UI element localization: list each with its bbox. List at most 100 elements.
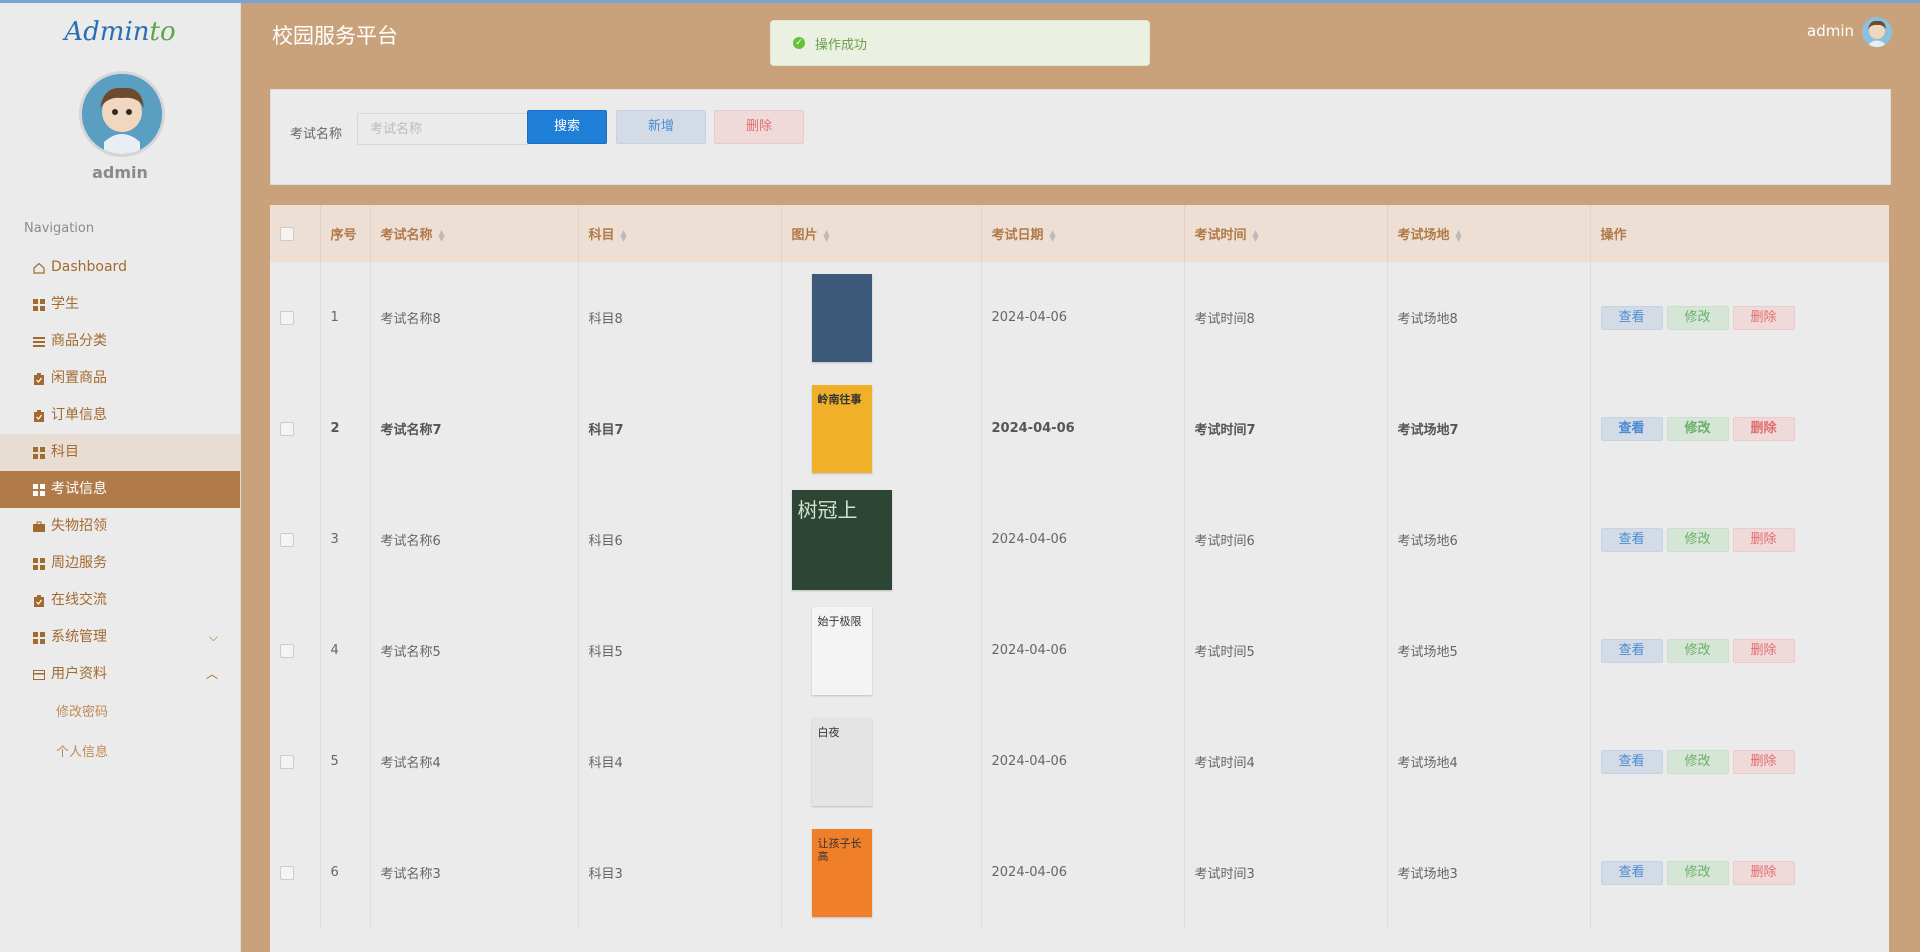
exam-place-cell: 考试场地6 bbox=[1386, 484, 1590, 595]
row-checkbox[interactable] bbox=[280, 310, 294, 325]
home-icon bbox=[33, 262, 45, 274]
chevron-up-icon: ︿ bbox=[205, 667, 218, 681]
search-button[interactable]: 搜索 bbox=[527, 110, 607, 144]
sidebar-item-product-category[interactable]: 商品分类 bbox=[0, 323, 240, 360]
column-header-exam-time[interactable]: 考试时间 ▲ ▼ bbox=[1183, 205, 1387, 262]
grid-icon bbox=[33, 483, 45, 496]
sidebar-item-system-management[interactable]: 系统管理 ⌵ bbox=[0, 619, 240, 656]
sidebar-item-label: 用户资料 bbox=[51, 666, 107, 682]
exam-name-search-input[interactable] bbox=[357, 113, 529, 145]
table-row: 5 考试名称4 科目4 白夜 2024-04-06 考试时间4 考试场地4 查看 修改 删除 bbox=[270, 706, 1889, 817]
grid-icon bbox=[33, 631, 45, 644]
exam-place-cell: 考试场地5 bbox=[1386, 595, 1590, 706]
book-cover-title: 岭南往事 bbox=[817, 392, 862, 406]
exam-date-cell: 2024-04-06 bbox=[980, 373, 1184, 484]
exam-name-cell: 考试名称7 bbox=[369, 373, 578, 484]
row-checkbox[interactable] bbox=[280, 421, 294, 436]
sort-icon[interactable]: ▲ ▼ bbox=[1456, 228, 1462, 242]
sort-icon[interactable]: ▲ ▼ bbox=[824, 228, 830, 242]
sort-icon[interactable]: ▲ ▼ bbox=[439, 228, 445, 242]
column-header-exam-name[interactable]: 考试名称 ▲ ▼ bbox=[369, 205, 578, 262]
sidebar-item-subjects[interactable]: 科目 bbox=[0, 434, 240, 471]
sidebar-item-label: 学生 bbox=[51, 296, 79, 312]
delete-button[interactable]: 删除 bbox=[1732, 860, 1795, 885]
sidebar-item-orders[interactable]: 订单信息 bbox=[0, 397, 240, 434]
delete-button[interactable]: 删除 bbox=[1732, 749, 1795, 774]
sort-icon[interactable]: ▲ ▼ bbox=[1050, 228, 1056, 242]
edit-button[interactable]: 修改 bbox=[1666, 638, 1729, 663]
edit-button[interactable]: 修改 bbox=[1666, 305, 1729, 330]
row-checkbox[interactable] bbox=[280, 532, 294, 547]
view-button[interactable]: 查看 bbox=[1600, 305, 1663, 330]
sidebar-item-idle-goods[interactable]: 闲置商品 bbox=[0, 360, 240, 397]
book-cover-image[interactable]: 让孩子长高 bbox=[811, 828, 872, 917]
column-header-exam-place[interactable]: 考试场地 ▲ ▼ bbox=[1386, 205, 1590, 262]
view-button[interactable]: 查看 bbox=[1600, 638, 1663, 663]
sort-icon[interactable]: ▲ ▼ bbox=[1253, 228, 1259, 242]
sidebar-item-lost-found[interactable]: 失物招领 bbox=[0, 508, 240, 545]
view-button[interactable]: 查看 bbox=[1600, 527, 1663, 552]
clipboard-icon bbox=[33, 409, 45, 422]
row-checkbox[interactable] bbox=[280, 643, 294, 658]
image-cell: 白夜 bbox=[780, 706, 981, 817]
exam-place-cell: 考试场地8 bbox=[1386, 262, 1590, 373]
sidebar-item-label: 在线交流 bbox=[51, 592, 107, 608]
select-all-checkbox[interactable] bbox=[280, 226, 294, 241]
edit-button[interactable]: 修改 bbox=[1666, 527, 1729, 552]
column-header-image[interactable]: 图片 ▲ ▼ bbox=[780, 205, 981, 262]
delete-button[interactable]: 删除 bbox=[1732, 638, 1795, 663]
table-row: 4 考试名称5 科目5 始于极限 2024-04-06 考试时间5 考试场地5 查看 修改 删除 bbox=[270, 595, 1889, 706]
view-button[interactable]: 查看 bbox=[1600, 749, 1663, 774]
image-cell: 树冠上 bbox=[780, 484, 981, 595]
book-cover-image[interactable]: 岭南往事 bbox=[811, 384, 872, 473]
row-select-cell bbox=[270, 595, 320, 706]
row-checkbox[interactable] bbox=[280, 865, 294, 880]
sidebar-item-nearby-services[interactable]: 周边服务 bbox=[0, 545, 240, 582]
user-avatar[interactable] bbox=[79, 71, 165, 157]
search-panel: 考试名称 搜索 新增 删除 bbox=[270, 89, 1891, 185]
sidebar-subitem-change-password[interactable]: 修改密码 bbox=[0, 693, 240, 733]
book-cover-image[interactable] bbox=[811, 273, 872, 362]
app-logo[interactable]: Adminto bbox=[0, 17, 240, 47]
sidebar-item-online-chat[interactable]: 在线交流 bbox=[0, 582, 240, 619]
row-no-cell: 4 bbox=[319, 595, 370, 706]
view-button[interactable]: 查看 bbox=[1600, 416, 1663, 441]
delete-button[interactable]: 删除 bbox=[1732, 305, 1795, 330]
subject-cell: 科目3 bbox=[577, 817, 781, 928]
sidebar-item-dashboard[interactable]: Dashboard bbox=[0, 249, 240, 286]
column-header-subject[interactable]: 科目 ▲ ▼ bbox=[577, 205, 781, 262]
view-button[interactable]: 查看 bbox=[1600, 860, 1663, 885]
header-username[interactable]: admin bbox=[1807, 22, 1854, 40]
bulk-delete-button[interactable]: 删除 bbox=[714, 110, 804, 144]
column-header-exam-date[interactable]: 考试日期 ▲ ▼ bbox=[980, 205, 1184, 262]
row-checkbox[interactable] bbox=[280, 754, 294, 769]
sidebar-item-user-profile[interactable]: 用户资料 ︿ bbox=[0, 656, 240, 693]
sidebar-item-students[interactable]: 学生 bbox=[0, 286, 240, 323]
edit-button[interactable]: 修改 bbox=[1666, 749, 1729, 774]
delete-button[interactable]: 删除 bbox=[1732, 416, 1795, 441]
exam-date-cell: 2024-04-06 bbox=[980, 595, 1184, 706]
book-cover-image[interactable]: 树冠上 bbox=[791, 489, 892, 590]
exam-time-cell: 考试时间6 bbox=[1183, 484, 1387, 595]
header-avatar[interactable] bbox=[1862, 17, 1892, 47]
book-cover-image[interactable]: 始于极限 bbox=[811, 606, 872, 695]
sidebar-subitem-personal-info[interactable]: 个人信息 bbox=[0, 733, 240, 773]
row-select-cell bbox=[270, 373, 320, 484]
sort-icon[interactable]: ▲ ▼ bbox=[621, 228, 627, 242]
sidebar-item-label: 闲置商品 bbox=[51, 370, 107, 386]
sidebar-item-label: 订单信息 bbox=[51, 407, 107, 423]
exam-name-cell: 考试名称4 bbox=[369, 706, 578, 817]
sidebar-item-exam-info[interactable]: 考试信息 bbox=[0, 471, 240, 508]
exam-date-cell: 2024-04-06 bbox=[980, 817, 1184, 928]
row-no-cell: 5 bbox=[319, 706, 370, 817]
exam-date-cell: 2024-04-06 bbox=[980, 706, 1184, 817]
row-no-cell: 6 bbox=[319, 817, 370, 928]
actions-cell: 查看 修改 删除 bbox=[1589, 262, 1889, 373]
grid-icon bbox=[33, 298, 45, 311]
book-cover-image[interactable]: 白夜 bbox=[811, 717, 872, 806]
book-cover-title: 白夜 bbox=[817, 725, 840, 739]
edit-button[interactable]: 修改 bbox=[1666, 860, 1729, 885]
add-button[interactable]: 新增 bbox=[616, 110, 706, 144]
edit-button[interactable]: 修改 bbox=[1666, 416, 1729, 441]
delete-button[interactable]: 删除 bbox=[1732, 527, 1795, 552]
